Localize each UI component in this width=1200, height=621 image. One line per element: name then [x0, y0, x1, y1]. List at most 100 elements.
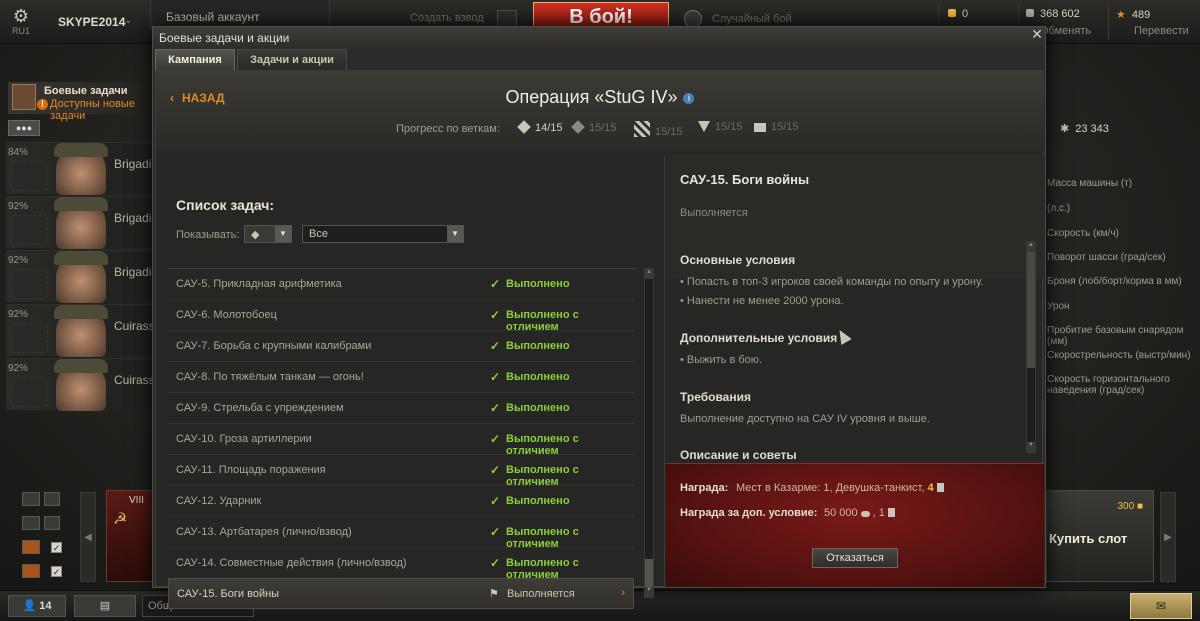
scroll-thumb[interactable]	[1027, 252, 1035, 368]
friends-count: 14	[39, 600, 52, 612]
operation-title-text: Операция «StuG IV»	[505, 87, 678, 107]
task-detail-scrollbar[interactable]: ▲ ▼	[1026, 241, 1036, 453]
task-row[interactable]: САУ-8. По тяжёлым танкам — огонь! ✓ Выполн…	[168, 362, 634, 393]
tasks-icon	[12, 84, 36, 110]
branch-progress[interactable]: 15/15	[571, 120, 617, 134]
check-icon: ✓	[490, 277, 501, 291]
task-row[interactable]: САУ-7. Борьба с крупными калибрами ✓ Выпол…	[168, 331, 634, 362]
gear-icon: ⚙	[12, 6, 30, 26]
info-icon[interactable]: i	[683, 92, 695, 104]
tank-type-filter-icon[interactable]	[22, 516, 40, 530]
task-list-scrollbar[interactable]: ▲ ▼	[644, 268, 654, 598]
crew-member[interactable]: 84% Brigadier	[6, 142, 162, 195]
hangar-screen: ⚙ RU1 SKYPE2014 ⌄ Базовый аккаунт Создат…	[0, 0, 1200, 621]
reward-panel: Награда: Мест в Казарме: 1, Девушка-танк…	[666, 463, 1044, 587]
check-icon: ✓	[490, 432, 501, 446]
task-detail-status: Выполняется	[680, 207, 748, 219]
battle-mode-label[interactable]: Случайный бой	[712, 13, 792, 25]
window-content: ‹ НАЗАД Операция «StuG IV» i Прогресс по в…	[155, 70, 1044, 609]
buy-slot-label: Купить слот	[1049, 531, 1128, 546]
diamond-icon	[517, 120, 531, 134]
buy-slot-card[interactable]: 300 ■ Купить слот	[1046, 490, 1154, 582]
divider	[1108, 4, 1109, 40]
scroll-down-icon[interactable]: ▼	[645, 587, 653, 597]
status-filter-select[interactable]: Все ▼	[302, 225, 464, 243]
task-row[interactable]: САУ-11. Площадь поражения ✓ Выполнено с от…	[168, 455, 634, 488]
scroll-up-icon[interactable]: ▲	[1027, 242, 1035, 252]
chevron-down-icon[interactable]	[44, 516, 60, 530]
task-row[interactable]: САУ-6. Молотобоец ✓ Выполнено с отличием	[168, 300, 634, 333]
scroll-down-icon[interactable]: ▼	[1027, 442, 1035, 452]
ready-checkbox[interactable]: ✓	[51, 566, 62, 577]
carousel-right-arrow[interactable]: ▶	[1160, 492, 1176, 582]
scroll-up-icon[interactable]: ▲	[645, 269, 653, 279]
task-list-pane: Список задач: Показывать: ◆ ▼ Все ▼ САУ-…	[168, 167, 658, 609]
task-row[interactable]: САУ-9. Стрельба с упреждением ✓ Выполнено	[168, 393, 634, 424]
buy-slot-price-value: 300	[1117, 501, 1135, 512]
friends-button[interactable]: 👤 14	[8, 595, 66, 617]
branch-progress[interactable]: 15/15	[754, 121, 799, 133]
task-status: Выполняется	[507, 588, 575, 600]
task-row-selected[interactable]: САУ-15. Боги войны ⚑ Выполняется ›	[168, 578, 634, 609]
chat-icon[interactable]: ▤	[74, 595, 136, 617]
task-status: Выполнено	[506, 371, 570, 383]
branch-value: 15/15	[715, 121, 743, 133]
tank-stat: Скорость (км/ч)	[1047, 228, 1119, 239]
task-list-title: Список задач:	[176, 197, 275, 213]
branch-value: 15/15	[771, 121, 799, 133]
task-row[interactable]: САУ-5. Прикладная арифметика ✓ Выполнено	[168, 269, 634, 300]
chevron-down-icon[interactable]: ⌄	[124, 15, 132, 26]
flag-icon: ⚑	[489, 588, 499, 600]
notifications-icon[interactable]: ✉	[1130, 593, 1192, 619]
tab-campaign[interactable]: Кампания	[155, 49, 235, 70]
branch-filter-select[interactable]: ◆ ▼	[244, 225, 292, 243]
window-title: Боевые задачи и акции	[159, 31, 290, 45]
tank-card[interactable]: VIII ☭	[106, 490, 154, 582]
task-name: САУ-12. Ударник	[176, 495, 262, 507]
account-name[interactable]: SKYPE2014	[58, 15, 125, 29]
settings-menu[interactable]: ⚙ RU1	[8, 6, 34, 38]
branch-progress[interactable]: 15/15	[698, 121, 743, 133]
task-row[interactable]: САУ-12. Ударник ✓ Выполнено	[168, 486, 634, 517]
scroll-thumb[interactable]	[645, 559, 653, 589]
branch-value: 15/15	[655, 126, 683, 138]
tab-tasks-and-promos[interactable]: Задачи и акции	[237, 49, 347, 70]
transfer-link[interactable]: Перевести	[1134, 25, 1189, 37]
credits-value: 368 602	[1040, 8, 1080, 20]
task-row[interactable]: САУ-13. Артбатарея (лично/взвод) ✓ Выполне…	[168, 517, 634, 550]
crew-member[interactable]: 92% Brigadier	[6, 250, 162, 303]
decline-button[interactable]: Отказаться	[812, 548, 898, 568]
close-icon[interactable]: ✕	[1029, 26, 1045, 42]
tank-stat: Пробитие базовым снарядом (мм)	[1047, 325, 1184, 347]
ammo-filter-icon[interactable]	[22, 564, 40, 578]
crew-button[interactable]: ●●●	[8, 120, 40, 136]
carousel-left-arrow[interactable]: ◀	[80, 492, 96, 582]
description-title: Описание и советы	[680, 448, 797, 459]
tank-stat: Урон	[1047, 301, 1070, 312]
premium-checkbox[interactable]: ✓	[51, 542, 62, 553]
battle-tasks-notice[interactable]: Боевые задачи ! Доступны новые задачи	[8, 82, 153, 122]
chevron-down-icon[interactable]	[44, 492, 60, 506]
task-row[interactable]: САУ-10. Гроза артиллерии ✓ Выполнено с отл…	[168, 424, 634, 457]
branch-value: 14/15	[535, 122, 563, 134]
check-icon: ✓	[490, 308, 501, 322]
tasks-title: Боевые задачи	[44, 85, 128, 97]
gold-value: 0	[962, 8, 969, 20]
task-detail-body[interactable]: Основные условия • Попасть в топ-3 игрок…	[666, 237, 1026, 459]
person-icon: 👤	[22, 600, 37, 612]
stripes-icon	[634, 121, 650, 137]
task-row[interactable]: САУ-14. Совместные действия (лично/взвод…	[168, 548, 634, 581]
skill-icon	[10, 215, 48, 245]
globe-filter-icon[interactable]	[22, 492, 40, 506]
crew-member[interactable]: 92% Cuirassier	[6, 304, 168, 357]
branch-progress[interactable]: 15/15	[634, 121, 683, 138]
premium-filter-icon[interactable]	[22, 540, 40, 554]
crew-member[interactable]: 92% Brigadier	[6, 196, 162, 249]
branch-progress[interactable]: 14/15	[517, 120, 563, 134]
create-platoon-label[interactable]: Создать взвод	[410, 12, 484, 24]
star-icon: ✱	[1060, 123, 1070, 135]
check-icon: ✓	[490, 463, 501, 477]
exchange-link[interactable]: Обменять	[1040, 25, 1091, 37]
crew-member[interactable]: 92% Cuirassier	[6, 358, 168, 411]
crew-cap	[54, 359, 108, 373]
